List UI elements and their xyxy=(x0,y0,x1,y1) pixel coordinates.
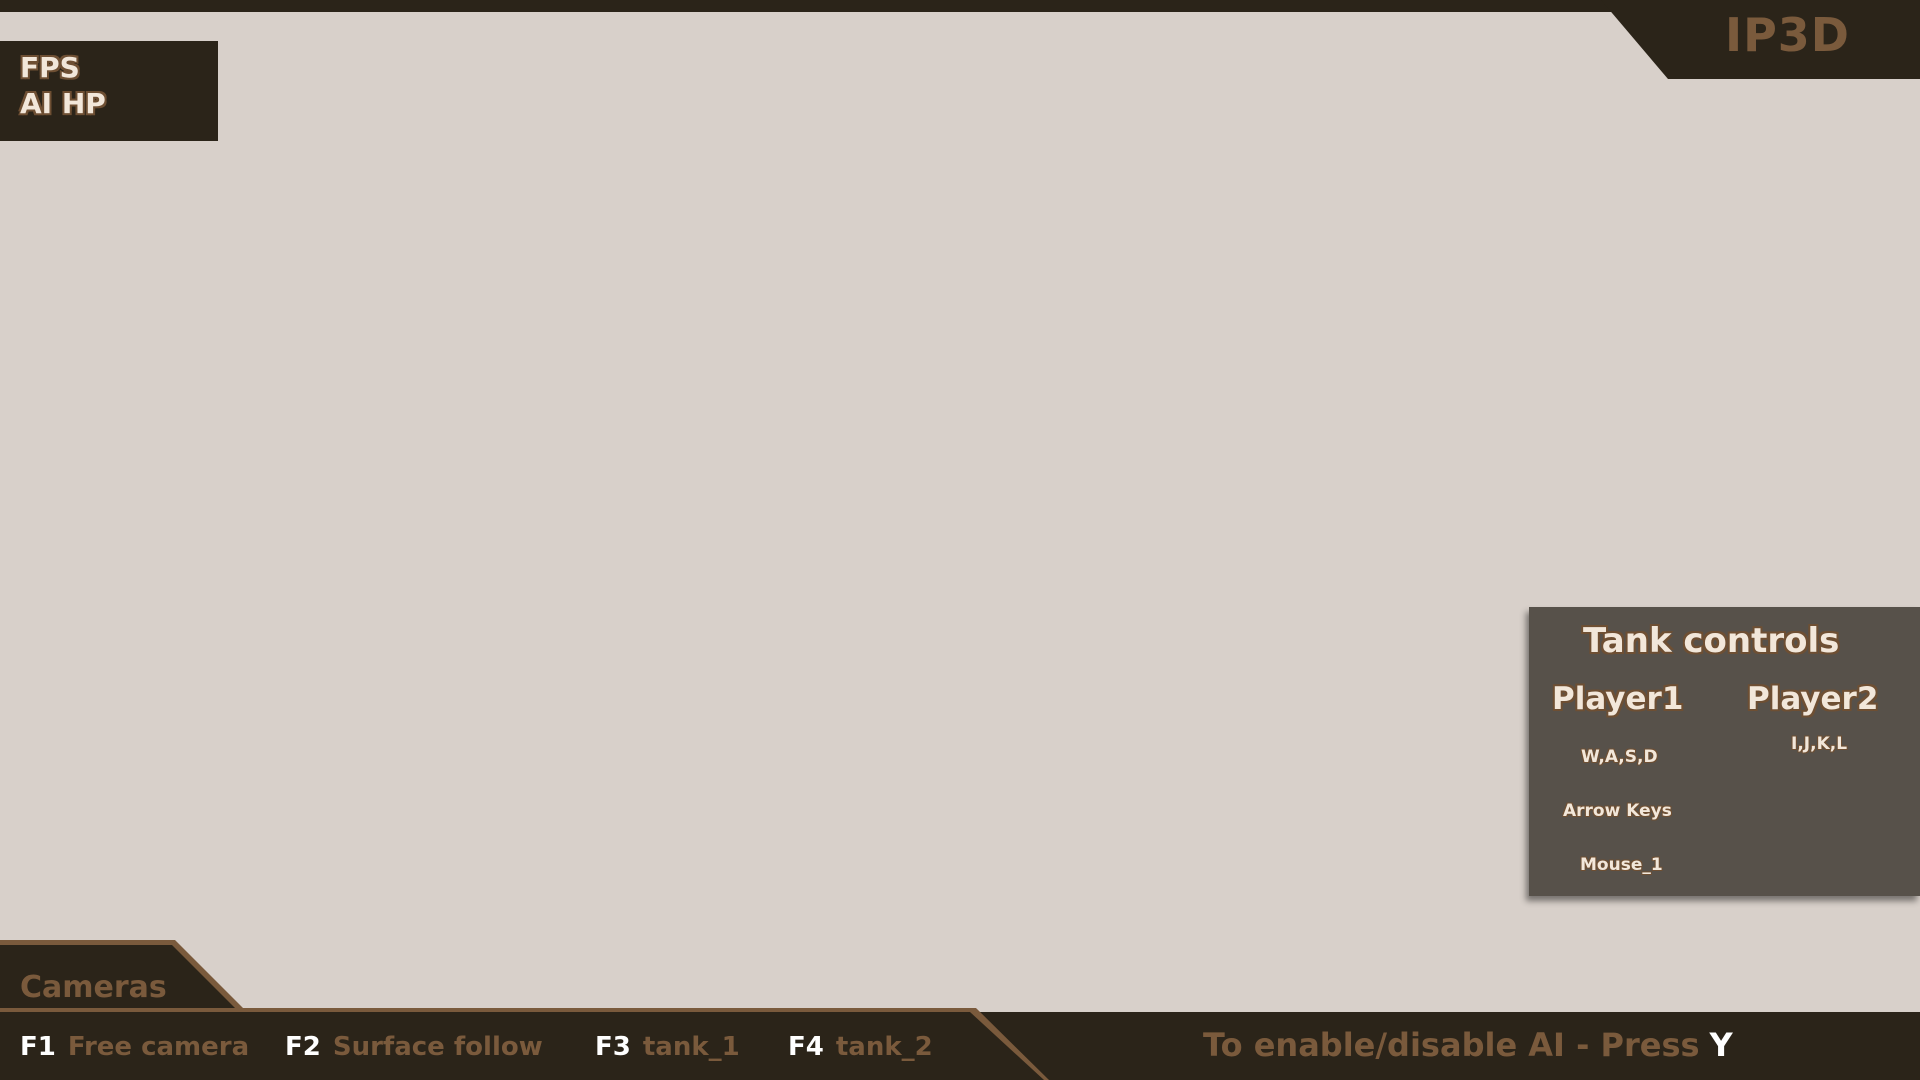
camera-name: tank_2 xyxy=(835,1032,933,1062)
camera-name: tank_1 xyxy=(642,1032,740,1062)
ai-toggle-hint: To enable/disable AI - Press Y xyxy=(1203,1026,1733,1064)
camera-key: F4 xyxy=(788,1032,824,1062)
fps-label: FPS xyxy=(20,51,80,84)
player1-movement-keys: W,A,S,D xyxy=(1581,747,1658,767)
stats-panel: FPS AI HP xyxy=(0,41,218,141)
camera-key: F3 xyxy=(595,1032,631,1062)
logo-panel: IP3D xyxy=(1601,0,1920,79)
tank-controls-title: Tank controls xyxy=(1583,621,1840,661)
camera-name: Surface follow xyxy=(332,1032,543,1062)
camera-option-tank2: F4 tank_2 xyxy=(788,1032,933,1062)
player1-fire-key: Mouse_1 xyxy=(1580,855,1663,875)
camera-key: F1 xyxy=(20,1032,56,1062)
player2-label: Player2 xyxy=(1747,681,1879,717)
player2-movement-keys: I,J,K,L xyxy=(1791,734,1848,754)
camera-option-tank1: F3 tank_1 xyxy=(595,1032,740,1062)
camera-name: Free camera xyxy=(67,1032,250,1062)
ai-hp-label: AI HP xyxy=(20,87,106,120)
tank-controls-panel: Tank controls Player1 Player2 W,A,S,D Ar… xyxy=(1529,607,1920,896)
player1-aim-keys: Arrow Keys xyxy=(1563,801,1672,821)
game-hud: IP3D FPS AI HP Tank controls Player1 Pla… xyxy=(0,0,1920,1080)
camera-option-surface: F2 Surface follow xyxy=(285,1032,543,1062)
player1-label: Player1 xyxy=(1552,681,1684,717)
cameras-title: Cameras xyxy=(20,970,167,1005)
ai-toggle-text: To enable/disable AI - Press xyxy=(1203,1026,1700,1064)
ai-toggle-key: Y xyxy=(1709,1026,1733,1064)
game-logo: IP3D xyxy=(1724,8,1850,62)
camera-key: F2 xyxy=(285,1032,321,1062)
camera-option-free: F1 Free camera xyxy=(20,1032,249,1062)
